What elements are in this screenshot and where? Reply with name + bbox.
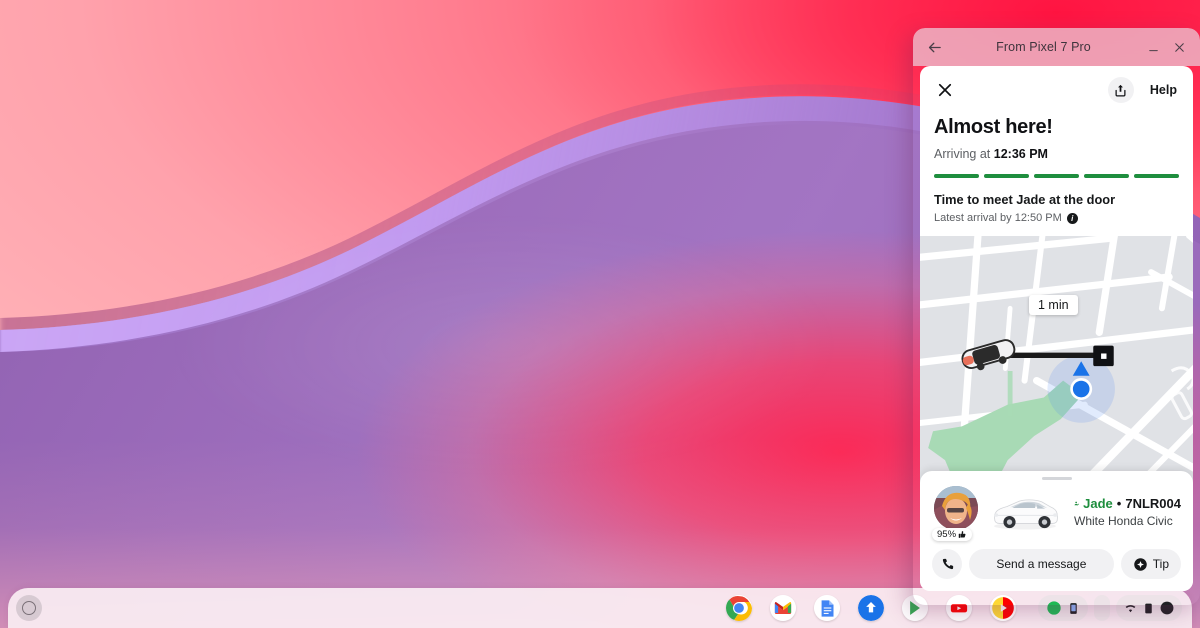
driver-info-row[interactable]: 95% Jade • 7NLR004 White Honda Civic bbox=[920, 485, 1193, 541]
map-canvas bbox=[920, 236, 1193, 483]
window-title: From Pixel 7 Pro bbox=[996, 40, 1091, 54]
share-button[interactable] bbox=[1107, 77, 1134, 103]
app-close-button[interactable] bbox=[934, 79, 956, 101]
driver-avatar bbox=[934, 486, 978, 530]
shelf-item-chrome[interactable] bbox=[726, 595, 752, 621]
arriving-time: 12:36 PM bbox=[993, 147, 1048, 161]
driver-vehicle-description: White Honda Civic bbox=[1074, 514, 1173, 528]
map-park-path bbox=[1007, 370, 1013, 417]
trip-progress-segment bbox=[1084, 174, 1129, 178]
driver-name-separator: • bbox=[1116, 496, 1122, 511]
trip-map[interactable]: 1 min bbox=[920, 236, 1193, 483]
window-back-button[interactable] bbox=[921, 34, 947, 60]
app-content: Help Almost here! Arriving at 12:36 PM T… bbox=[920, 66, 1193, 591]
back-arrow-icon bbox=[928, 42, 941, 52]
trip-progress-segment bbox=[1034, 174, 1079, 178]
app-window: From Pixel 7 Pro Help Almost here! Arriv… bbox=[913, 28, 1200, 605]
driver-name-line: Jade • 7NLR004 bbox=[1074, 496, 1181, 511]
gmail-icon bbox=[770, 595, 796, 621]
trip-progress-segment bbox=[984, 174, 1029, 178]
verified-person-icon bbox=[1074, 501, 1080, 506]
app-action-row: Help bbox=[920, 66, 1193, 114]
desktop-screen: From Pixel 7 Pro Help Almost here! Arriv… bbox=[0, 0, 1200, 628]
status-headline: Almost here! bbox=[934, 116, 1053, 138]
driver-license-plate: 7NLR004 bbox=[1125, 496, 1181, 511]
trip-progress-bar bbox=[920, 174, 1193, 178]
eta-chip: 1 min bbox=[1029, 295, 1078, 315]
launcher-button[interactable] bbox=[16, 595, 42, 621]
driver-avatar-photo-icon bbox=[934, 486, 978, 530]
send-message-button[interactable]: Send a message bbox=[969, 549, 1114, 579]
arriving-line: Arriving at 12:36 PM bbox=[920, 147, 1193, 161]
arriving-prefix: Arriving at bbox=[934, 147, 994, 161]
driver-sheet: 95% Jade • 7NLR004 White Honda Civic Sen… bbox=[920, 471, 1193, 591]
launcher-circle-icon bbox=[22, 601, 36, 615]
trip-progress-segment bbox=[934, 174, 979, 178]
destination-marker-center bbox=[1101, 353, 1107, 359]
vehicle-image-icon bbox=[994, 499, 1058, 530]
driver-rating-badge: 95% bbox=[932, 528, 973, 541]
window-close-button[interactable] bbox=[1166, 34, 1192, 60]
chrome-icon bbox=[726, 595, 752, 621]
tip-coin-icon bbox=[1134, 557, 1147, 571]
window-titlebar: From Pixel 7 Pro bbox=[913, 28, 1200, 66]
window-minimize-button[interactable] bbox=[1140, 34, 1166, 60]
tip-button[interactable]: Tip bbox=[1120, 549, 1181, 579]
share-icon bbox=[1115, 84, 1126, 96]
driver-avatar-stack: 95% bbox=[932, 485, 986, 541]
call-driver-button[interactable] bbox=[932, 549, 962, 579]
driver-action-row: Send a message Tip bbox=[920, 541, 1193, 591]
phone-icon bbox=[942, 558, 953, 569]
tip-label: Tip bbox=[1152, 557, 1169, 571]
meet-instruction: Time to meet Jade at the door bbox=[934, 192, 1116, 207]
shelf-item-gmail[interactable] bbox=[770, 595, 796, 621]
docs-icon bbox=[814, 595, 840, 621]
driver-rating-value: 95% bbox=[937, 529, 957, 540]
shelf-item-files[interactable] bbox=[858, 595, 884, 621]
help-button[interactable]: Help bbox=[1150, 83, 1177, 97]
latest-arrival-line: Latest arrival by 12:50 PM i bbox=[920, 212, 1193, 224]
close-icon bbox=[938, 83, 952, 97]
driver-text-block: Jade • 7NLR004 White Honda Civic bbox=[1074, 496, 1181, 528]
close-icon bbox=[1174, 42, 1184, 52]
user-location-dot-icon bbox=[1070, 378, 1093, 400]
shelf-item-docs[interactable] bbox=[814, 595, 840, 621]
info-icon[interactable]: i bbox=[1066, 212, 1078, 224]
thumbs-up-icon bbox=[958, 531, 966, 538]
files-icon bbox=[858, 595, 884, 621]
driver-name: Jade bbox=[1083, 496, 1113, 511]
trip-progress-segment bbox=[1134, 174, 1179, 178]
minimize-icon bbox=[1148, 49, 1158, 51]
latest-arrival-text: Latest arrival by 12:50 PM bbox=[934, 212, 1062, 224]
sheet-drag-handle[interactable] bbox=[1041, 477, 1072, 480]
